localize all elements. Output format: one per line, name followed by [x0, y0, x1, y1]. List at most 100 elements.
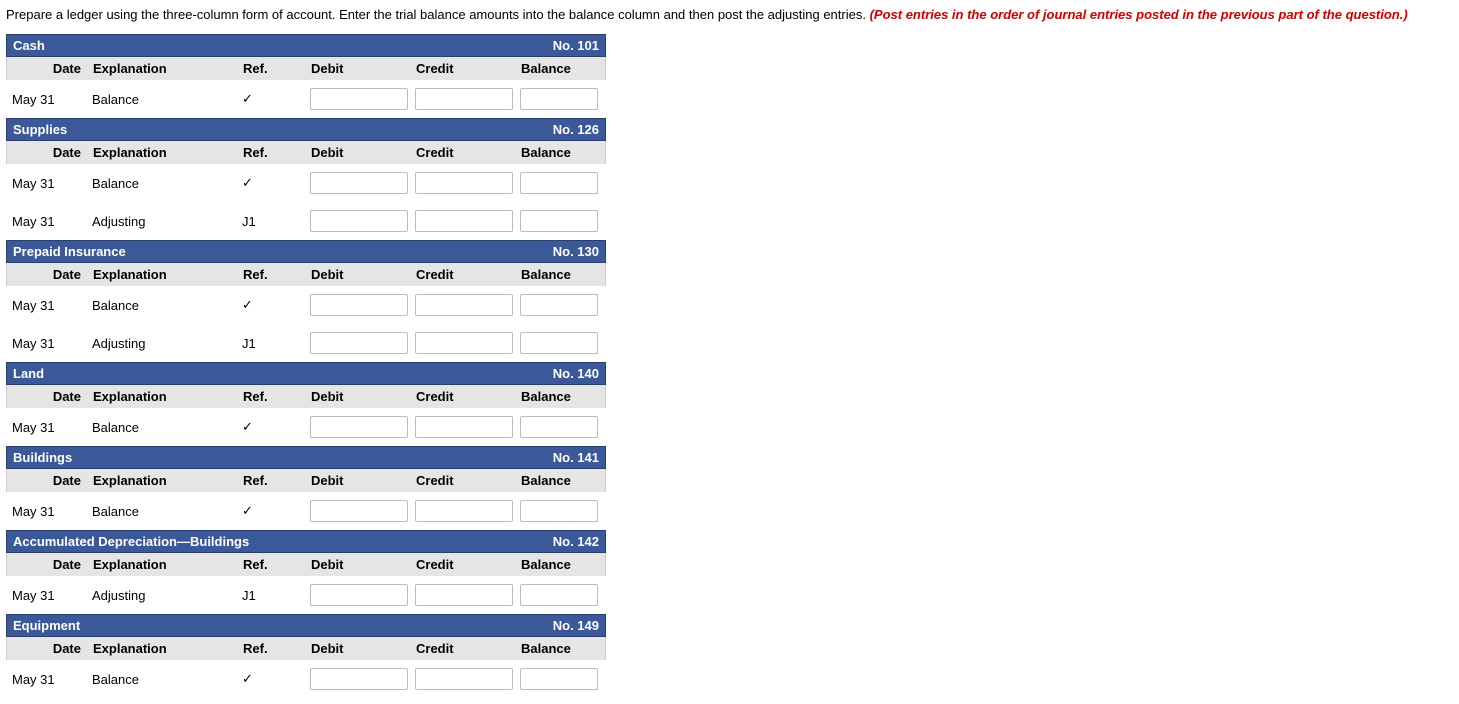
header-balance: Balance	[517, 553, 602, 576]
header-balance: Balance	[517, 57, 602, 80]
account-number: No. 142	[553, 534, 599, 549]
account-title-bar: LandNo. 140	[6, 362, 606, 385]
debit-input[interactable]	[310, 584, 408, 606]
header-date: Date	[7, 385, 87, 408]
column-headers: DateExplanationRef.DebitCreditBalance	[6, 57, 606, 80]
cell-ref: ✓	[236, 667, 306, 691]
account-number: No. 101	[553, 38, 599, 53]
header-explanation: Explanation	[87, 553, 237, 576]
cell-explanation: Balance	[86, 172, 236, 195]
ledger-row: May 31Balance✓	[6, 660, 606, 698]
header-credit: Credit	[412, 553, 517, 576]
header-balance: Balance	[517, 263, 602, 286]
header-debit: Debit	[307, 469, 412, 492]
debit-input[interactable]	[310, 88, 408, 110]
debit-input[interactable]	[310, 416, 408, 438]
cell-explanation: Adjusting	[86, 332, 236, 355]
column-headers: DateExplanationRef.DebitCreditBalance	[6, 553, 606, 576]
account-name: Supplies	[13, 122, 67, 137]
account-title-bar: Accumulated Depreciation—BuildingsNo. 14…	[6, 530, 606, 553]
cell-explanation: Balance	[86, 88, 236, 111]
instructions-main: Prepare a ledger using the three-column …	[6, 7, 870, 22]
credit-input[interactable]	[415, 294, 513, 316]
ledger-row: May 31Balance✓	[6, 492, 606, 530]
cell-explanation: Balance	[86, 294, 236, 317]
account-name: Prepaid Insurance	[13, 244, 126, 259]
debit-input[interactable]	[310, 210, 408, 232]
header-debit: Debit	[307, 553, 412, 576]
balance-input[interactable]	[520, 584, 598, 606]
header-ref: Ref.	[237, 469, 307, 492]
cell-date: May 31	[6, 332, 86, 355]
account-number: No. 126	[553, 122, 599, 137]
balance-input[interactable]	[520, 88, 598, 110]
header-date: Date	[7, 553, 87, 576]
header-explanation: Explanation	[87, 141, 237, 164]
credit-input[interactable]	[415, 500, 513, 522]
header-ref: Ref.	[237, 263, 307, 286]
credit-input[interactable]	[415, 668, 513, 690]
balance-input[interactable]	[520, 668, 598, 690]
header-date: Date	[7, 141, 87, 164]
debit-input[interactable]	[310, 668, 408, 690]
header-explanation: Explanation	[87, 263, 237, 286]
header-explanation: Explanation	[87, 469, 237, 492]
credit-input[interactable]	[415, 210, 513, 232]
header-credit: Credit	[412, 637, 517, 660]
ledger-row: May 31AdjustingJ1	[6, 324, 606, 362]
ledger-row: May 31Balance✓	[6, 408, 606, 446]
header-explanation: Explanation	[87, 57, 237, 80]
account-number: No. 149	[553, 618, 599, 633]
header-ref: Ref.	[237, 553, 307, 576]
header-ref: Ref.	[237, 385, 307, 408]
header-debit: Debit	[307, 637, 412, 660]
header-date: Date	[7, 637, 87, 660]
cell-ref: ✓	[236, 415, 306, 439]
header-ref: Ref.	[237, 57, 307, 80]
debit-input[interactable]	[310, 332, 408, 354]
cell-date: May 31	[6, 584, 86, 607]
cell-date: May 31	[6, 416, 86, 439]
balance-input[interactable]	[520, 500, 598, 522]
header-credit: Credit	[412, 385, 517, 408]
credit-input[interactable]	[415, 584, 513, 606]
balance-input[interactable]	[520, 332, 598, 354]
debit-input[interactable]	[310, 294, 408, 316]
header-debit: Debit	[307, 141, 412, 164]
cell-explanation: Balance	[86, 500, 236, 523]
column-headers: DateExplanationRef.DebitCreditBalance	[6, 141, 606, 164]
credit-input[interactable]	[415, 416, 513, 438]
credit-input[interactable]	[415, 332, 513, 354]
header-credit: Credit	[412, 141, 517, 164]
account-number: No. 141	[553, 450, 599, 465]
balance-input[interactable]	[520, 172, 598, 194]
cell-explanation: Balance	[86, 668, 236, 691]
header-explanation: Explanation	[87, 637, 237, 660]
debit-input[interactable]	[310, 500, 408, 522]
account-name: Cash	[13, 38, 45, 53]
header-explanation: Explanation	[87, 385, 237, 408]
credit-input[interactable]	[415, 88, 513, 110]
balance-input[interactable]	[520, 294, 598, 316]
ledger-row: May 31Balance✓	[6, 164, 606, 202]
cell-explanation: Adjusting	[86, 584, 236, 607]
cell-ref: ✓	[236, 87, 306, 111]
header-balance: Balance	[517, 469, 602, 492]
header-date: Date	[7, 263, 87, 286]
credit-input[interactable]	[415, 172, 513, 194]
debit-input[interactable]	[310, 172, 408, 194]
balance-input[interactable]	[520, 416, 598, 438]
cell-explanation: Balance	[86, 416, 236, 439]
balance-input[interactable]	[520, 210, 598, 232]
account-name: Land	[13, 366, 44, 381]
header-ref: Ref.	[237, 141, 307, 164]
ledger-row: May 31Balance✓	[6, 80, 606, 118]
column-headers: DateExplanationRef.DebitCreditBalance	[6, 385, 606, 408]
ledger-row: May 31AdjustingJ1	[6, 576, 606, 614]
instructions: Prepare a ledger using the three-column …	[6, 6, 1453, 24]
ledger-container: CashNo. 101DateExplanationRef.DebitCredi…	[6, 34, 606, 698]
header-date: Date	[7, 469, 87, 492]
account-name: Buildings	[13, 450, 72, 465]
column-headers: DateExplanationRef.DebitCreditBalance	[6, 637, 606, 660]
ledger-row: May 31AdjustingJ1	[6, 202, 606, 240]
